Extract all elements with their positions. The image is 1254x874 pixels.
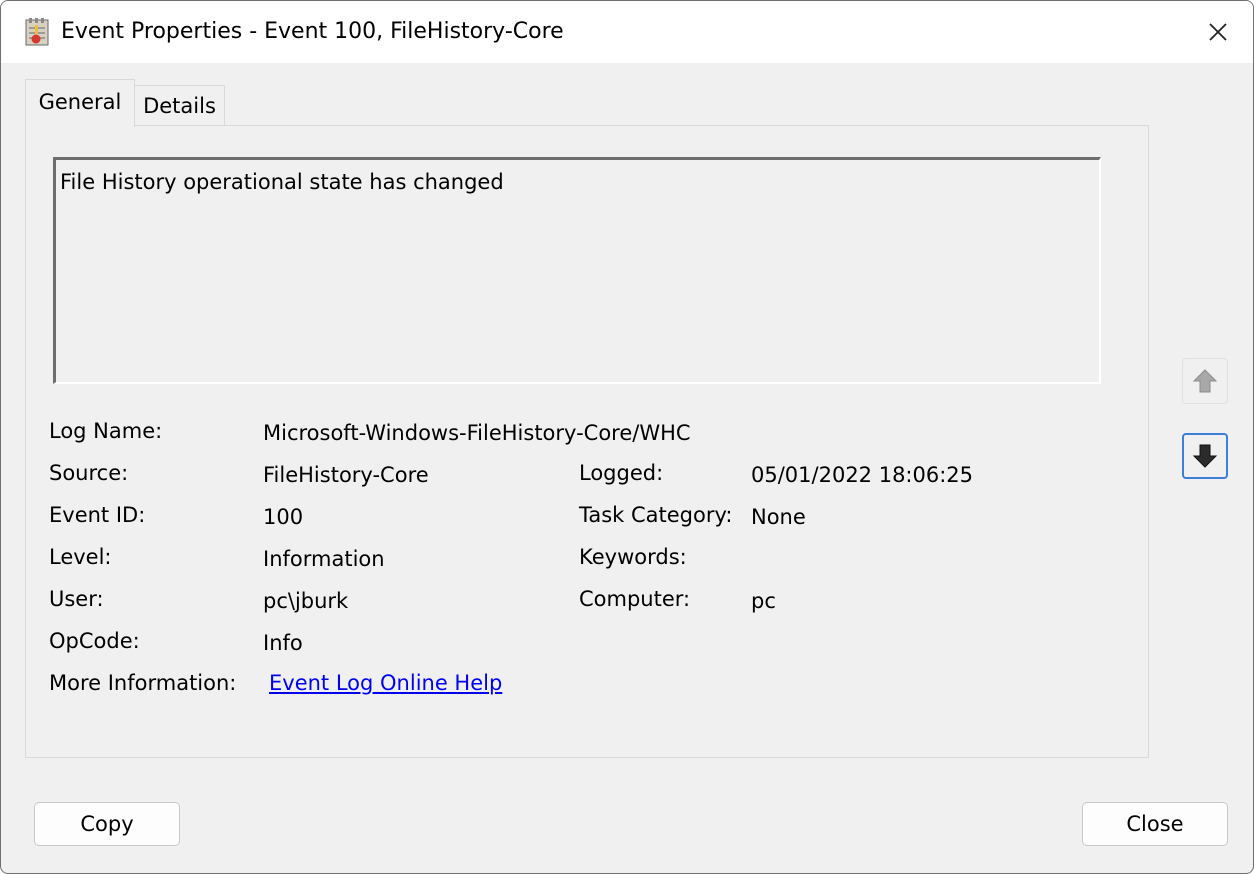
computer-label: Computer:: [579, 587, 691, 611]
close-window-icon[interactable]: [1201, 15, 1235, 49]
title-bar: Event Properties - Event 100, FileHistor…: [1, 1, 1253, 63]
task-category-value: None: [751, 505, 806, 529]
log-name-value: Microsoft-Windows-FileHistory-Core/WHC: [263, 421, 691, 445]
copy-button[interactable]: Copy: [34, 802, 180, 846]
event-id-label: Event ID:: [49, 503, 146, 527]
event-viewer-icon: [25, 18, 49, 46]
keywords-label: Keywords:: [579, 545, 687, 569]
close-button[interactable]: Close: [1082, 802, 1228, 846]
more-information-label: More Information:: [49, 671, 237, 695]
opcode-value: Info: [263, 631, 303, 655]
user-value: pc\jburk: [263, 589, 349, 613]
tab-general[interactable]: General: [25, 79, 135, 127]
event-id-value: 100: [263, 505, 304, 529]
source-value: FileHistory-Core: [263, 463, 429, 487]
task-category-label: Task Category:: [579, 503, 733, 527]
opcode-label: OpCode:: [49, 629, 140, 653]
logged-label: Logged:: [579, 461, 664, 485]
window-title: Event Properties - Event 100, FileHistor…: [61, 19, 564, 44]
log-name-label: Log Name:: [49, 419, 163, 443]
next-event-button[interactable]: [1182, 433, 1228, 479]
previous-event-button[interactable]: [1182, 358, 1228, 404]
level-label: Level:: [49, 545, 112, 569]
computer-value: pc: [751, 589, 776, 613]
event-description[interactable]: File History operational state has chang…: [53, 157, 1101, 384]
arrow-down-icon: [1192, 444, 1218, 468]
event-properties-window: Event Properties - Event 100, FileHistor…: [0, 0, 1254, 874]
tab-details[interactable]: Details: [134, 85, 225, 125]
source-label: Source:: [49, 461, 129, 485]
level-value: Information: [263, 547, 385, 571]
event-log-online-help-link[interactable]: Event Log Online Help: [269, 671, 502, 695]
arrow-up-icon: [1192, 369, 1218, 393]
user-label: User:: [49, 587, 104, 611]
logged-value: 05/01/2022 18:06:25: [751, 463, 974, 487]
